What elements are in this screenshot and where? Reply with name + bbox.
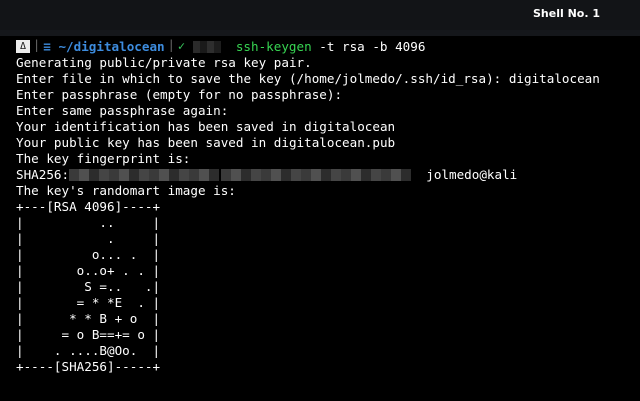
current-directory: ~/digitalocean bbox=[58, 39, 165, 54]
success-check-icon: ✓ bbox=[177, 39, 186, 53]
command-name: ssh-keygen bbox=[235, 39, 312, 54]
prompt-separator-2: | bbox=[167, 38, 175, 52]
randomart-line: +---[RSA 4096]----+ bbox=[16, 199, 161, 214]
randomart-line: | o..o+ . . | bbox=[16, 263, 161, 278]
randomart-line: | .. | bbox=[16, 215, 161, 230]
output-line: Enter same passphrase again: bbox=[16, 103, 229, 118]
redacted-fingerprint bbox=[69, 169, 220, 181]
output-line: Your public key has been saved in digita… bbox=[16, 135, 396, 150]
prompt-line: Δ | ≡ ~/digitalocean | ✓ ssh-keygen -t rsa -… bbox=[16, 39, 425, 55]
blurred-prompt-segment bbox=[192, 41, 221, 53]
output-line: Enter file in which to save the key (/ho… bbox=[16, 71, 600, 86]
fingerprint-prefix: SHA256: bbox=[16, 167, 70, 182]
randomart-intro: The key's randomart image is: bbox=[16, 183, 236, 198]
output-line: Generating public/private rsa key pair. bbox=[16, 55, 312, 70]
window-title: Shell No. 1 bbox=[532, 7, 600, 20]
title-bar: Shell No. 1 bbox=[0, 0, 640, 30]
randomart-line: | S =.. .| bbox=[16, 279, 161, 294]
randomart-line: | . | bbox=[16, 231, 161, 246]
command-args: -t rsa -b 4096 bbox=[311, 39, 426, 54]
fingerprint-comment: jolmedo@kali bbox=[426, 167, 518, 182]
randomart-line: +----[SHA256]-----+ bbox=[16, 359, 161, 374]
redacted-fingerprint-2 bbox=[221, 169, 412, 181]
randomart-line: | . ....B@Oo. | bbox=[16, 343, 161, 358]
terminal-window: Shell No. 1 Δ | ≡ ~/digitalocean | ✓ ssh-key… bbox=[0, 0, 640, 401]
fingerprint-line: SHA256: jolmedo@kali bbox=[16, 167, 517, 183]
folder-icon: ≡ bbox=[43, 39, 51, 54]
randomart-line: | = o B==+= o | bbox=[16, 327, 161, 342]
kali-os-icon: Δ bbox=[16, 40, 31, 53]
randomart-line: | * * B + o | bbox=[16, 311, 161, 326]
output-line: The key fingerprint is: bbox=[16, 151, 191, 166]
terminal-area[interactable]: Δ | ≡ ~/digitalocean | ✓ ssh-keygen -t rsa -… bbox=[0, 36, 640, 401]
output-line: Enter passphrase (empty for no passphras… bbox=[16, 87, 343, 102]
randomart-line: | o... . | bbox=[16, 247, 161, 262]
output-line: Your identification has been saved in di… bbox=[16, 119, 396, 134]
prompt-separator: | bbox=[33, 38, 41, 52]
randomart-line: | = * *E . | bbox=[16, 295, 161, 310]
